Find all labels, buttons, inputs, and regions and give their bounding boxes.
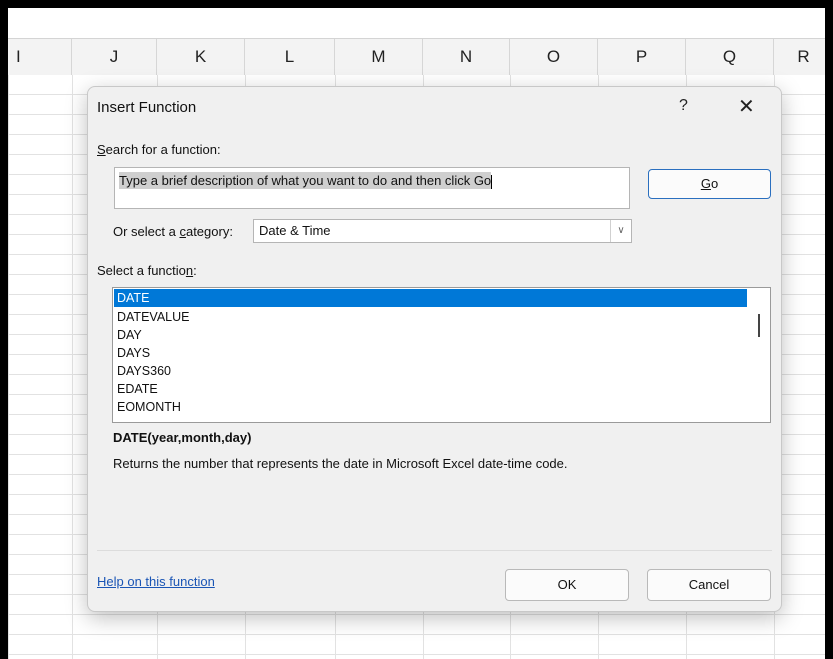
column-header-i[interactable]: I bbox=[8, 39, 72, 75]
function-signature: DATE(year,month,day) bbox=[113, 430, 252, 445]
function-list-item[interactable]: DAY bbox=[114, 326, 747, 344]
help-icon[interactable]: ? bbox=[679, 97, 688, 115]
column-header-o[interactable]: O bbox=[510, 39, 598, 75]
column-header-m[interactable]: M bbox=[335, 39, 423, 75]
column-header-n[interactable]: N bbox=[423, 39, 510, 75]
function-list-item[interactable]: DAYS bbox=[114, 344, 747, 362]
go-button-label: o bbox=[710, 176, 719, 191]
insert-function-dialog: Insert Function ? ✕ Search for a functio… bbox=[87, 86, 782, 612]
function-label-pre: Select a functio bbox=[97, 263, 186, 278]
category-select[interactable]: Date & Time ∨ bbox=[253, 219, 632, 243]
listbox-scrollbar[interactable] bbox=[748, 288, 770, 422]
search-label-access-key: S bbox=[97, 142, 106, 157]
function-list-label: Select a function: bbox=[97, 263, 197, 278]
category-select-value: Date & Time bbox=[259, 223, 331, 238]
search-input[interactable]: Type a brief description of what you wan… bbox=[114, 167, 630, 209]
column-header-bar: I J K L M N O P Q R bbox=[8, 38, 825, 76]
function-list-item-date[interactable]: DATE bbox=[114, 289, 747, 307]
category-label-pre: Or select a bbox=[113, 224, 180, 239]
function-list-item[interactable]: DATEVALUE bbox=[114, 308, 747, 326]
go-button[interactable]: Go bbox=[648, 169, 771, 199]
column-header-k[interactable]: K bbox=[157, 39, 245, 75]
column-header-q[interactable]: Q bbox=[686, 39, 774, 75]
column-header-r[interactable]: R bbox=[774, 39, 825, 75]
ok-button[interactable]: OK bbox=[505, 569, 629, 601]
grid-column-line bbox=[72, 75, 73, 659]
function-description: Returns the number that represents the d… bbox=[113, 456, 568, 471]
category-label: Or select a category: bbox=[113, 224, 233, 239]
help-on-function-link[interactable]: Help on this function bbox=[97, 574, 215, 589]
dialog-divider bbox=[97, 550, 772, 551]
function-list-item[interactable]: EDATE bbox=[114, 380, 747, 398]
column-header-p[interactable]: P bbox=[598, 39, 686, 75]
function-label-post: : bbox=[193, 263, 197, 278]
column-header-j[interactable]: J bbox=[72, 39, 157, 75]
close-icon[interactable]: ✕ bbox=[738, 94, 755, 119]
cancel-button[interactable]: Cancel bbox=[647, 569, 771, 601]
function-list-item[interactable]: DAYS360 bbox=[114, 362, 747, 380]
text-caret bbox=[491, 174, 493, 189]
chevron-down-icon[interactable]: ∨ bbox=[610, 220, 631, 242]
column-header-l[interactable]: L bbox=[245, 39, 335, 75]
go-button-access-key: G bbox=[700, 176, 711, 191]
function-listbox[interactable]: DATE DATEVALUE DAY DAYS DAYS360 EDATE EO… bbox=[112, 287, 771, 423]
search-label-text: earch for a function: bbox=[105, 142, 221, 157]
scrollbar-thumb[interactable] bbox=[758, 314, 760, 337]
ribbon-area bbox=[8, 8, 825, 38]
category-label-post: ategory: bbox=[185, 224, 233, 239]
search-input-value: Type a brief description of what you wan… bbox=[119, 172, 492, 189]
dialog-title: Insert Function bbox=[97, 99, 197, 116]
function-list-item[interactable]: EOMONTH bbox=[114, 398, 747, 416]
search-label: Search for a function: bbox=[97, 142, 221, 157]
